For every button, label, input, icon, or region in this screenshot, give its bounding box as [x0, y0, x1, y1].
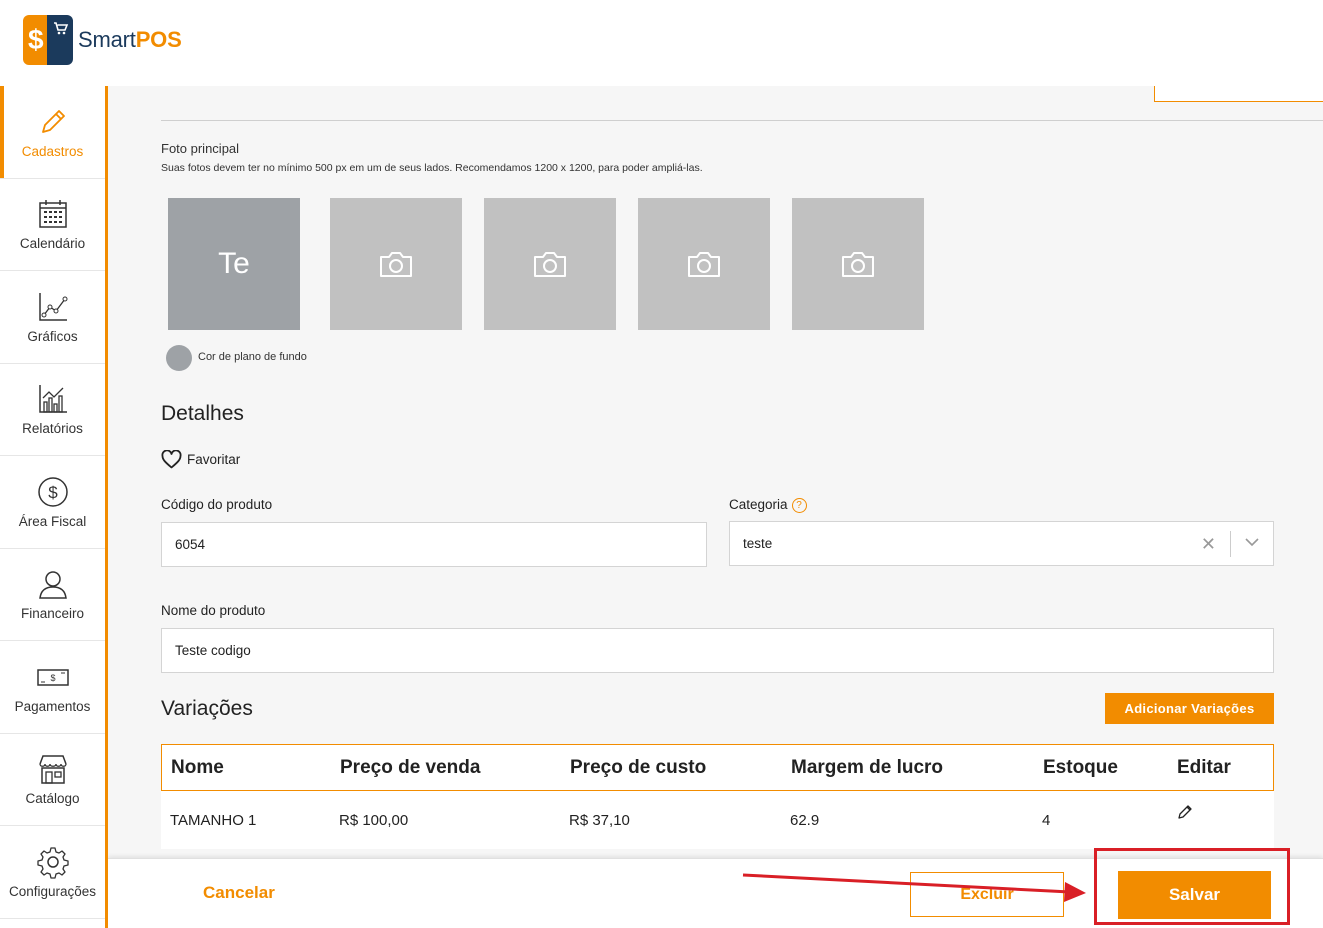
- sidebar-item-label: Calendário: [19, 236, 86, 252]
- main-photo-initials: Te: [218, 247, 250, 280]
- edit-pencil-icon[interactable]: [1177, 804, 1193, 820]
- cell-nome: TAMANHO 1: [170, 811, 257, 829]
- annotation-highlight-box: [1094, 848, 1290, 925]
- photo-upload-slot[interactable]: [330, 198, 462, 330]
- camera-icon: [842, 252, 874, 277]
- store-icon: [38, 755, 67, 784]
- logo-dollar-symbol: $: [28, 24, 44, 55]
- photo-upload-slot[interactable]: [484, 198, 616, 330]
- pencil-icon: [41, 109, 65, 133]
- cancel-button[interactable]: Cancelar: [203, 883, 275, 903]
- sidebar-item-graficos[interactable]: Gráficos: [0, 271, 105, 364]
- logo-mark-icon: $: [23, 15, 73, 65]
- background-color-label: Cor de plano de fundo: [198, 351, 307, 363]
- sidebar-item-pagamentos[interactable]: $ Pagamentos: [0, 641, 105, 734]
- category-value: teste: [743, 536, 773, 551]
- sidebar-item-label: Área Fiscal: [18, 513, 87, 529]
- calendar-icon: [38, 200, 67, 228]
- annotation-arrow-icon: [742, 873, 1086, 902]
- clear-icon[interactable]: ✕: [1201, 534, 1216, 555]
- variations-table: Nome Preço de venda Preço de custo Marge…: [161, 744, 1274, 849]
- banknote-icon: $: [36, 669, 69, 686]
- sidebar-item-financeiro[interactable]: Financeiro: [0, 549, 105, 641]
- app-header: $ SmartPOS: [0, 0, 1323, 86]
- cart-icon: [54, 22, 69, 35]
- sidebar-item-label: Gráficos: [27, 328, 78, 344]
- details-heading: Detalhes: [161, 402, 244, 425]
- sidebar-item-relatorios[interactable]: Relatórios: [0, 364, 105, 456]
- camera-icon: [380, 252, 412, 277]
- sidebar-item-label: Pagamentos: [14, 698, 91, 714]
- sidebar-item-cadastros[interactable]: Cadastros: [0, 86, 105, 179]
- logo-text: SmartPOS: [78, 27, 182, 52]
- dollar-circle-icon: $: [37, 477, 68, 507]
- table-row: TAMANHO 1 R$ 100,00 R$ 37,10 62.9 4: [161, 791, 1274, 849]
- favorite-label: Favoritar: [187, 452, 241, 467]
- photo-section-label: Foto principal: [161, 141, 240, 156]
- select-separator: [1230, 531, 1231, 557]
- sidebar-item-label: Catálogo: [25, 791, 80, 807]
- bar-chart-icon: [38, 385, 67, 413]
- cell-margem: 62.9: [790, 811, 820, 829]
- photo-upload-slot[interactable]: [638, 198, 770, 330]
- main-photo-thumbnail[interactable]: Te: [168, 198, 300, 330]
- column-header-margem: Margem de lucro: [791, 756, 944, 778]
- chevron-down-icon[interactable]: [1245, 538, 1259, 547]
- column-header-editar: Editar: [1177, 756, 1231, 778]
- svg-text:$: $: [50, 673, 55, 683]
- column-header-nome: Nome: [171, 756, 224, 778]
- add-variations-button[interactable]: Adicionar Variações: [1105, 693, 1274, 724]
- sidebar: Cadastros Calendário Gráficos Relatórios: [0, 86, 108, 928]
- column-header-estoque: Estoque: [1043, 756, 1118, 778]
- category-label: Categoria?: [729, 497, 807, 513]
- section-divider: [161, 120, 1323, 121]
- background-color-picker[interactable]: [166, 345, 192, 371]
- camera-icon: [534, 252, 566, 277]
- line-chart-icon: [38, 292, 67, 321]
- heart-icon: [161, 450, 182, 469]
- help-icon[interactable]: ?: [791, 498, 807, 513]
- category-select[interactable]: teste ✕: [729, 521, 1274, 566]
- top-action-button-partial[interactable]: [1154, 86, 1323, 102]
- camera-icon: [688, 252, 720, 277]
- column-header-preco-custo: Preço de custo: [570, 756, 707, 778]
- product-code-value: 6054: [175, 537, 206, 552]
- sidebar-item-calendario[interactable]: Calendário: [0, 179, 105, 271]
- main-content: Foto principal Suas fotos devem ter no m…: [108, 86, 1323, 928]
- product-name-input[interactable]: Teste codigo: [161, 628, 1274, 673]
- variations-heading: Variações: [161, 697, 253, 720]
- cell-preco-venda: R$ 100,00: [339, 811, 409, 829]
- svg-text:$: $: [48, 483, 58, 502]
- cell-preco-custo: R$ 37,10: [569, 811, 630, 829]
- favorite-toggle[interactable]: Favoritar: [161, 450, 240, 469]
- photo-upload-slot[interactable]: [792, 198, 924, 330]
- person-icon: [38, 571, 67, 599]
- product-code-label: Código do produto: [161, 497, 273, 512]
- sidebar-item-area-fiscal[interactable]: $ Área Fiscal: [0, 456, 105, 549]
- sidebar-item-label: Cadastros: [21, 143, 84, 159]
- smartpos-logo[interactable]: $ SmartPOS: [23, 15, 182, 65]
- column-header-preco-venda: Preço de venda: [340, 756, 481, 778]
- sidebar-item-catalogo[interactable]: Catálogo: [0, 734, 105, 826]
- product-code-input[interactable]: 6054: [161, 522, 707, 567]
- photo-hint-text: Suas fotos devem ter no mínimo 500 px em…: [161, 162, 703, 174]
- sidebar-item-label: Relatórios: [22, 421, 83, 437]
- product-name-label: Nome do produto: [161, 603, 266, 618]
- product-name-value: Teste codigo: [175, 643, 251, 658]
- gear-icon: [36, 847, 69, 879]
- sidebar-item-label: Financeiro: [20, 606, 85, 622]
- cell-estoque: 4: [1042, 811, 1051, 829]
- sidebar-item-configuracoes[interactable]: Configurações: [0, 826, 105, 919]
- table-header: Nome Preço de venda Preço de custo Marge…: [161, 744, 1274, 791]
- sidebar-item-label: Configurações: [8, 883, 97, 899]
